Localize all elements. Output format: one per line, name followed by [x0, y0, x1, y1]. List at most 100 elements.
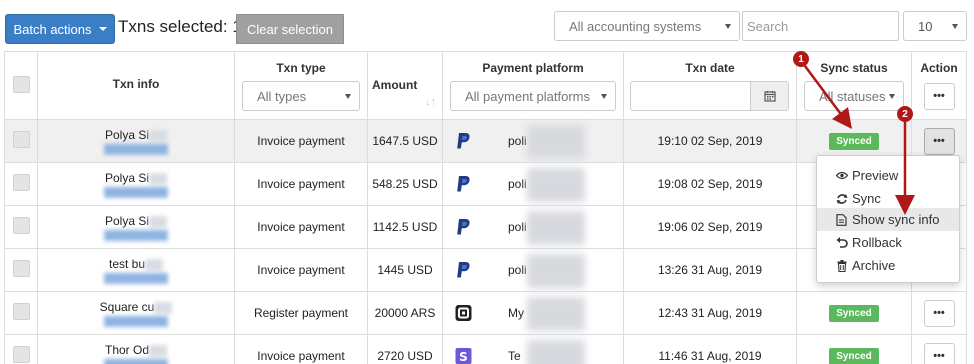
redacted-blur [527, 125, 585, 159]
undo-icon [835, 236, 848, 249]
platform-cell: poli [442, 248, 624, 292]
row-checkbox[interactable] [12, 303, 30, 320]
menu-item-label: Archive [852, 258, 896, 273]
menu-item-preview[interactable]: Preview [817, 164, 959, 187]
platform-cell: S Te [442, 334, 624, 364]
txn-info-cell: Square cu ██████████ [37, 291, 235, 335]
txn-type-cell: Invoice payment [234, 162, 368, 206]
txn-type-cell: Invoice payment [234, 334, 368, 364]
sync-status-filter[interactable]: All statuses [804, 81, 904, 111]
row-action-button[interactable]: ••• [923, 127, 955, 155]
menu-item-rollback[interactable]: Rollback [817, 231, 959, 254]
txn-date-cell: 19:06 02 Sep, 2019 [623, 205, 797, 249]
menu-item-label: Show sync info [852, 212, 940, 227]
row-select-cell [4, 205, 38, 249]
col-action-label: Action [920, 61, 958, 75]
txn-type-filter[interactable]: All types [242, 81, 360, 111]
status-badge: Synced [829, 304, 879, 322]
redacted-blur [154, 301, 173, 314]
menu-item-archive[interactable]: Archive [817, 254, 959, 277]
txn-info-cell: Polya Si ██████████ [37, 162, 235, 206]
txn-type-filter-value: All types [257, 88, 307, 104]
platform-name: My [508, 306, 524, 320]
col-action: Action ••• [911, 51, 967, 120]
row-action-button[interactable]: ••• [923, 342, 955, 364]
txn-info-cell: Thor Od ██████████ [37, 334, 235, 364]
select-arrow-icon [601, 94, 607, 99]
redacted-blur: ██████████ [104, 273, 168, 283]
paypal-icon [455, 218, 472, 236]
trash-icon [835, 259, 848, 272]
row-select-cell [4, 291, 38, 335]
clear-selection-button[interactable]: Clear selection [236, 14, 344, 44]
select-arrow-icon [725, 24, 731, 29]
col-platform: Payment platform All payment platforms [442, 51, 624, 120]
row-checkbox[interactable] [12, 217, 30, 234]
txn-type-cell: Invoice payment [234, 205, 368, 249]
row-checkbox[interactable] [12, 174, 30, 191]
row-action-button[interactable]: ••• [923, 299, 955, 327]
bulk-action-button[interactable]: ••• [923, 83, 955, 110]
menu-item-label: Sync [852, 191, 881, 206]
platform-name: poli [508, 263, 527, 277]
row-checkbox[interactable] [12, 131, 30, 148]
document-icon [835, 213, 848, 226]
redacted-blur: ██████████ [104, 359, 168, 364]
row-select-cell [4, 119, 38, 163]
col-sync-status: Sync status All statuses [796, 51, 912, 120]
calendar-icon[interactable] [750, 82, 788, 110]
txn-date-cell: 13:26 31 Aug, 2019 [623, 248, 797, 292]
table-row[interactable]: Square cu ██████████ Register payment 20… [4, 291, 967, 335]
redacted-blur [527, 297, 585, 331]
sync-status-cell: Synced [796, 291, 912, 335]
redacted-blur [527, 340, 585, 364]
sort-icon[interactable]: ↓↑ [425, 96, 436, 108]
txn-date-cell: 19:10 02 Sep, 2019 [623, 119, 797, 163]
row-select-cell [4, 248, 38, 292]
refresh-icon [835, 192, 848, 205]
customer-name-text: Square cu [99, 300, 155, 314]
row-checkbox[interactable] [12, 346, 30, 363]
svg-text:S: S [459, 350, 468, 364]
col-sync-status-label: Sync status [820, 61, 888, 75]
col-platform-label: Payment platform [482, 61, 584, 75]
platform-name: poli [508, 134, 527, 148]
square-icon [455, 304, 472, 322]
select-all-cell [4, 51, 38, 120]
customer-name-text: test bu [108, 257, 146, 271]
search-input[interactable] [742, 11, 899, 41]
amount-cell: 1142.5 USD [367, 205, 443, 249]
row-checkbox[interactable] [12, 260, 30, 277]
redacted-blur [149, 344, 167, 357]
date-filter-input[interactable] [630, 81, 789, 111]
status-badge: Synced [829, 132, 879, 150]
paypal-icon [455, 261, 472, 279]
platform-filter[interactable]: All payment platforms [450, 81, 616, 111]
select-all-checkbox[interactable] [12, 75, 30, 93]
menu-item-show-sync-info[interactable]: Show sync info [817, 208, 959, 231]
batch-actions-button[interactable]: Batch actions [5, 14, 115, 44]
annotation-badge-1: 1 [793, 51, 809, 67]
col-txn-type: Txn type All types [234, 51, 368, 120]
redacted-blur: ██████████ [104, 187, 168, 197]
platform-filter-value: All payment platforms [465, 88, 590, 104]
amount-cell: 2720 USD [367, 334, 443, 364]
table-row[interactable]: Thor Od ██████████ Invoice payment 2720 … [4, 334, 967, 364]
txn-type-cell: Invoice payment [234, 248, 368, 292]
redacted-blur: ██████████ [104, 144, 168, 154]
customer-name-text: Thor Od [104, 343, 149, 357]
paypal-icon [455, 175, 472, 193]
txn-date-cell: 19:08 02 Sep, 2019 [623, 162, 797, 206]
redacted-blur [527, 211, 585, 245]
row-select-cell [4, 334, 38, 364]
amount-cell: 548.25 USD [367, 162, 443, 206]
menu-item-sync[interactable]: Sync [817, 187, 959, 210]
platform-name: Te [508, 349, 521, 363]
redacted-blur [145, 258, 164, 271]
col-amount[interactable]: Amount ↓↑ [367, 51, 443, 120]
accounting-systems-select[interactable]: All accounting systems [554, 11, 740, 41]
amount-cell: 1445 USD [367, 248, 443, 292]
customer-name: Polya Si [38, 171, 234, 185]
txns-selected-text: Txns selected: 1 [118, 17, 242, 36]
page-size-select[interactable]: 10 [903, 11, 967, 41]
